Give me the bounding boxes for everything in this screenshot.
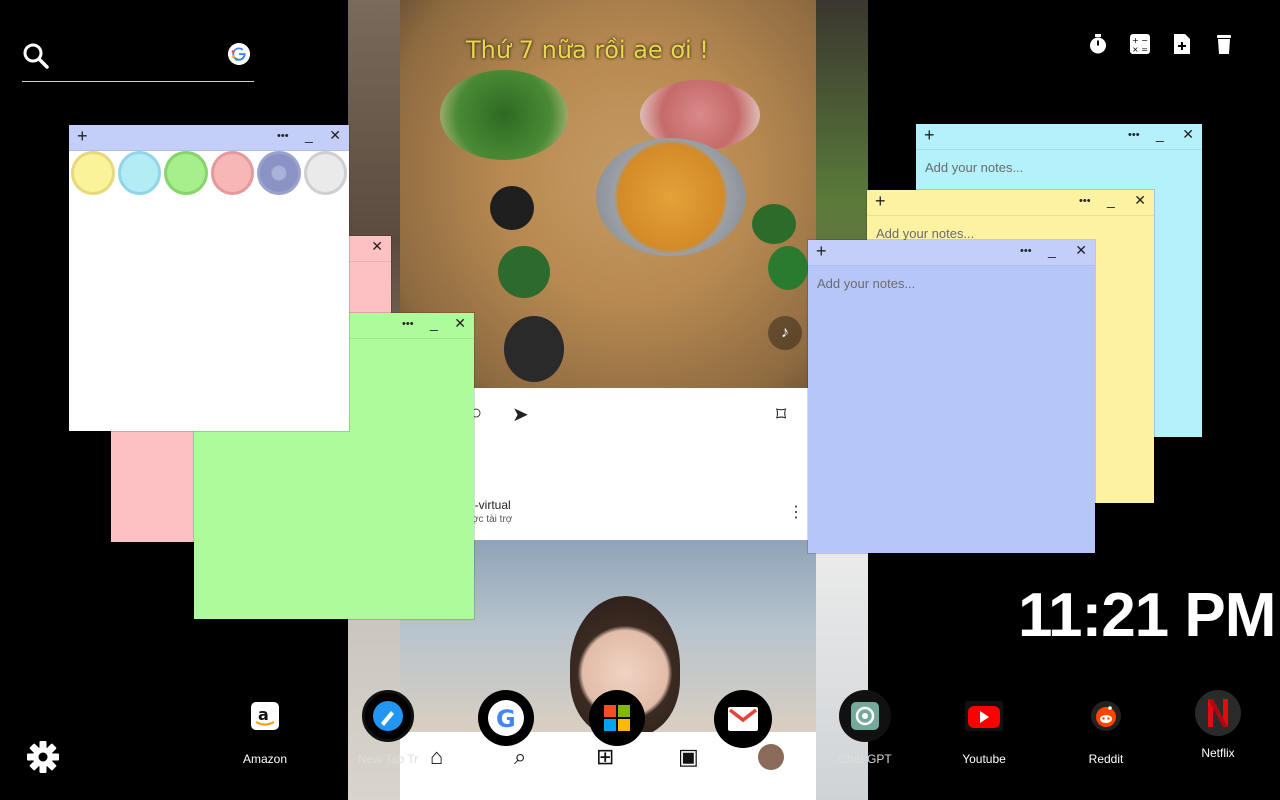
shortcut-gmail[interactable] <box>688 690 798 758</box>
close-icon[interactable]: ✕ <box>454 315 466 332</box>
calculator-icon[interactable]: + − × = <box>1128 32 1152 56</box>
gear-icon[interactable] <box>26 740 60 774</box>
shortcut-label: Reddit <box>1088 752 1124 766</box>
toolbar: + − × = <box>1086 32 1236 56</box>
shortcut-youtube[interactable]: Youtube <box>929 690 1039 766</box>
add-note-icon[interactable]: + <box>924 125 935 146</box>
close-icon[interactable]: ✕ <box>1075 242 1087 259</box>
more-icon[interactable]: ••• <box>1128 129 1140 141</box>
new-document-icon[interactable] <box>1170 32 1194 56</box>
amazon-icon: a <box>239 690 291 742</box>
close-icon[interactable]: ✕ <box>1182 126 1194 143</box>
minimize-icon[interactable]: _ <box>430 315 438 331</box>
clock: 11:21 PM <box>1018 581 1276 650</box>
shortcut-label: Youtube <box>962 752 1006 766</box>
more-icon[interactable]: ••• <box>1020 245 1032 257</box>
svg-text:a: a <box>258 705 269 724</box>
youtube-icon <box>958 690 1010 742</box>
note-placeholder: Add your notes... <box>876 226 975 241</box>
post-username: i-virtual <box>472 498 511 512</box>
shortcut-label: Amazon <box>242 752 288 766</box>
swatch-yellow[interactable] <box>71 151 115 195</box>
new-tab-tracker-icon <box>362 690 414 742</box>
chatgpt-icon <box>839 690 891 742</box>
shortcut-google[interactable]: G <box>451 690 561 756</box>
more-icon[interactable]: ••• <box>277 130 289 142</box>
netflix-icon <box>1195 690 1241 736</box>
note-placeholder: Add your notes... <box>817 276 916 291</box>
swatch-pink[interactable] <box>210 151 254 195</box>
swatch-blue[interactable] <box>257 151 301 195</box>
search-icon[interactable] <box>22 42 50 70</box>
gmail-icon <box>714 690 772 748</box>
timer-icon[interactable] <box>1086 32 1110 56</box>
shortcut-chatgpt[interactable]: Chat GPT <box>810 690 920 766</box>
add-note-icon[interactable]: + <box>875 191 886 212</box>
google-icon[interactable] <box>228 43 250 65</box>
add-note-icon[interactable]: + <box>816 241 827 262</box>
color-palette <box>69 151 349 195</box>
search-input[interactable] <box>60 44 210 70</box>
note-placeholder: Add your notes... <box>925 160 1024 175</box>
shortcut-microsoft[interactable] <box>562 690 672 756</box>
minimize-icon[interactable]: _ <box>1107 192 1115 208</box>
wallpaper-caption: Thứ 7 nữa rồi ae ơi ! <box>466 36 709 64</box>
add-note-icon[interactable]: + <box>77 126 88 147</box>
close-icon[interactable]: ✕ <box>1134 192 1146 209</box>
shortcut-label: Chat GPT <box>838 752 892 766</box>
more-icon[interactable]: ••• <box>1079 195 1091 207</box>
mute-icon: ♪ <box>768 316 802 350</box>
shortcut-reddit[interactable]: Reddit <box>1051 690 1161 766</box>
minimize-icon[interactable]: _ <box>305 127 313 143</box>
shortcut-label: Netflix <box>1201 746 1235 760</box>
new-tab-page: Thứ 7 nữa rồi ae ơi ! ♪ ○ ➤ ⌑ i-virtual … <box>0 0 1280 800</box>
swatch-gray[interactable] <box>303 151 347 195</box>
trash-icon[interactable] <box>1212 32 1236 56</box>
svg-text:× =: × = <box>1132 45 1148 54</box>
shortcut-label: New Tab Tr <box>357 752 419 766</box>
post-menu-icon: ⋮ <box>788 504 804 521</box>
minimize-icon[interactable]: _ <box>1156 126 1164 142</box>
sticky-note-blue[interactable]: + ••• _ ✕ Add your notes... <box>808 240 1095 553</box>
swatch-green[interactable] <box>164 151 208 195</box>
minimize-icon[interactable]: _ <box>1048 242 1056 258</box>
svg-text:G: G <box>496 705 516 733</box>
google-icon: G <box>478 690 534 746</box>
sticky-note-color-picker[interactable]: + ••• _ ✕ <box>69 125 349 431</box>
close-icon[interactable]: ✕ <box>329 127 341 144</box>
post-sponsored: ợc tài trợ <box>472 514 513 525</box>
shortcut-netflix[interactable]: Netflix <box>1163 690 1273 760</box>
bookmark-icon: ⌑ <box>776 404 787 426</box>
shortcut-new-tab-tracker[interactable]: New Tab Tr <box>333 690 443 766</box>
close-icon[interactable]: ✕ <box>371 238 383 255</box>
more-icon[interactable]: ••• <box>402 318 414 330</box>
microsoft-icon <box>589 690 645 746</box>
search-bar <box>22 40 254 82</box>
shortcut-amazon[interactable]: a Amazon <box>210 690 320 766</box>
swatch-cyan[interactable] <box>117 151 161 195</box>
share-icon: ➤ <box>512 404 529 426</box>
svg-text:+ −: + − <box>1132 36 1148 45</box>
reddit-icon <box>1080 690 1132 742</box>
